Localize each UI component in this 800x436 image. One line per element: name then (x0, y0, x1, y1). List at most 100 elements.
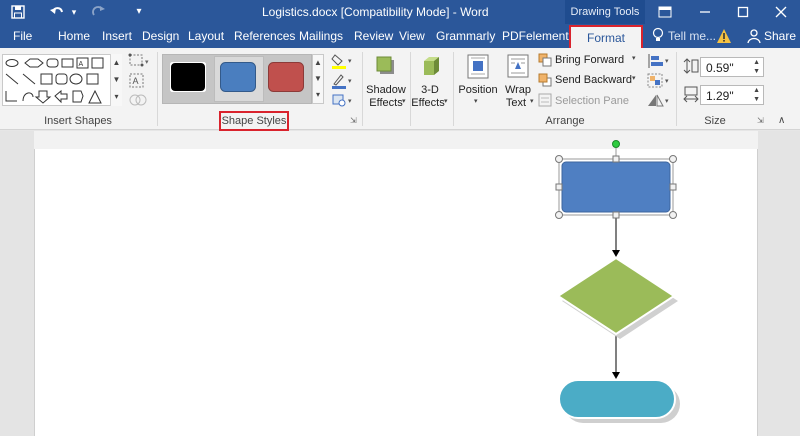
flowchart (555, 140, 680, 423)
resize-handle-bottom[interactable] (612, 211, 620, 219)
wrap-text-label-1[interactable]: Wrap (500, 84, 536, 96)
svg-text:▾: ▾ (348, 98, 352, 105)
bring-forward-icon[interactable] (538, 53, 552, 67)
shape-width-input[interactable]: 1.29" ▲ ▼ (700, 85, 764, 105)
shape-width-value: 1.29" (706, 89, 734, 103)
arrange-group-label: Arrange (545, 115, 585, 127)
send-backward-icon[interactable] (538, 73, 552, 87)
group-separator (157, 52, 158, 126)
position-button[interactable]: Position (455, 84, 501, 96)
tab-pdfelement[interactable]: PDFelement (502, 24, 569, 48)
tab-format[interactable]: Format (569, 25, 643, 49)
svg-text:A: A (79, 61, 84, 68)
undo-icon[interactable] (46, 0, 68, 24)
flowchart-decision-shape[interactable] (556, 256, 676, 336)
shape-height-icon (683, 57, 699, 75)
save-icon[interactable] (6, 0, 30, 24)
shape-height-input[interactable]: 0.59" ▲ ▼ (700, 57, 764, 77)
close-icon[interactable] (766, 0, 796, 24)
resize-handle-left[interactable] (555, 183, 563, 191)
tab-design[interactable]: Design (142, 24, 179, 48)
tab-file[interactable]: File (13, 24, 32, 48)
3d-effects-dropdown-icon[interactable]: ▾ (444, 97, 448, 105)
edit-shape-icon[interactable]: ▾ (127, 52, 153, 70)
svg-text:▾: ▾ (145, 59, 149, 66)
tab-home[interactable]: Home (58, 24, 90, 48)
resize-handle-bottom-right[interactable] (669, 211, 677, 219)
shape-outline-icon[interactable]: ▾ (330, 72, 356, 90)
resize-handle-bottom-left[interactable] (555, 211, 563, 219)
share-button[interactable]: Share (764, 29, 796, 43)
tab-view[interactable]: View (399, 24, 425, 48)
shadow-effects-dropdown-icon[interactable]: ▾ (402, 97, 406, 105)
warning-icon (716, 28, 732, 44)
arrowhead-1-icon (612, 250, 620, 257)
wrap-text-dropdown-icon[interactable]: ▾ (530, 97, 534, 105)
shape-width-spinner[interactable]: ▲ ▼ (753, 86, 760, 104)
svg-text:▾: ▾ (665, 78, 669, 85)
wrap-text-icon[interactable] (505, 52, 531, 80)
tab-layout[interactable]: Layout (188, 24, 224, 48)
shape-styles-launcher-icon[interactable]: ⇲ (350, 116, 360, 126)
shape-fill-icon[interactable]: ▾ (330, 52, 356, 70)
tab-mailings[interactable]: Mailings (299, 24, 343, 48)
tell-me-input[interactable]: Tell me... (668, 29, 716, 43)
share-icon[interactable] (746, 28, 762, 44)
svg-text:▾: ▾ (348, 58, 352, 65)
position-dropdown-icon[interactable]: ▾ (474, 97, 478, 105)
shapes-gallery-scroll[interactable]: ▲ ▼ ▾ (110, 54, 122, 106)
bring-forward-button[interactable]: Bring Forward (555, 53, 624, 67)
wrap-text-label-2[interactable]: Text (498, 97, 534, 109)
resize-handle-top[interactable] (612, 155, 620, 163)
resize-handle-top-right[interactable] (669, 155, 677, 163)
3d-effects-icon[interactable] (418, 52, 446, 80)
size-launcher-icon[interactable]: ⇲ (757, 116, 767, 126)
send-backward-button[interactable]: Send Backward (555, 73, 632, 87)
undo-dropdown-icon[interactable]: ▾ (68, 0, 80, 24)
selection-pane-icon (538, 93, 552, 107)
align-icon[interactable]: ▾ (646, 52, 672, 70)
shadow-effects-icon[interactable] (372, 52, 400, 80)
rotation-handle[interactable] (612, 140, 620, 148)
group-icon[interactable]: ▾ (646, 72, 672, 90)
shape-height-value: 0.59" (706, 61, 734, 75)
group-separator (453, 52, 454, 126)
shadow-effects-label-1[interactable]: Shadow (364, 84, 408, 96)
send-backward-dropdown-icon[interactable]: ▾ (632, 74, 636, 82)
tab-review[interactable]: Review (354, 24, 393, 48)
tab-references[interactable]: References (234, 24, 295, 48)
bring-forward-dropdown-icon[interactable]: ▾ (632, 54, 636, 62)
lightbulb-icon (651, 27, 667, 45)
selection-pane-button: Selection Pane (555, 95, 629, 107)
flowchart-process-shape[interactable] (561, 161, 671, 213)
arrowhead-2-icon (612, 372, 620, 379)
tab-grammarly[interactable]: Grammarly (436, 24, 495, 48)
text-box-icon[interactable]: A (127, 72, 153, 90)
style-swatch-blue[interactable] (220, 62, 256, 92)
svg-text:▾: ▾ (348, 78, 352, 85)
minimize-icon[interactable] (690, 0, 720, 24)
resize-handle-right[interactable] (669, 183, 677, 191)
3d-effects-label-2[interactable]: Effects (408, 97, 448, 109)
shape-styles-scroll[interactable]: ▲ ▼ ▾ (312, 54, 324, 104)
maximize-icon[interactable] (728, 0, 758, 24)
3d-effects-label-1[interactable]: 3-D (410, 84, 450, 96)
drawing-tools-label: Drawing Tools (565, 0, 645, 24)
flowchart-terminal-shape[interactable] (558, 379, 676, 419)
svg-text:▾: ▾ (665, 58, 669, 65)
tab-insert[interactable]: Insert (102, 24, 132, 48)
shape-height-spinner[interactable]: ▲ ▼ (753, 58, 760, 76)
ribbon-display-icon[interactable] (650, 0, 680, 24)
merge-shapes-icon (127, 92, 153, 108)
resize-handle-top-left[interactable] (555, 155, 563, 163)
style-swatch-black[interactable] (169, 61, 207, 93)
svg-text:▾: ▾ (665, 98, 669, 105)
position-icon[interactable] (464, 52, 492, 80)
group-separator (362, 52, 363, 126)
shapes-gallery[interactable]: A (2, 54, 122, 106)
style-swatch-red[interactable] (268, 62, 304, 92)
customize-qat-icon[interactable]: ▾ (132, 0, 146, 24)
shape-effects-icon[interactable]: ▾ (330, 92, 356, 108)
rotate-icon[interactable]: ▾ (646, 92, 672, 108)
collapse-ribbon-icon[interactable]: ∧ (778, 115, 792, 127)
